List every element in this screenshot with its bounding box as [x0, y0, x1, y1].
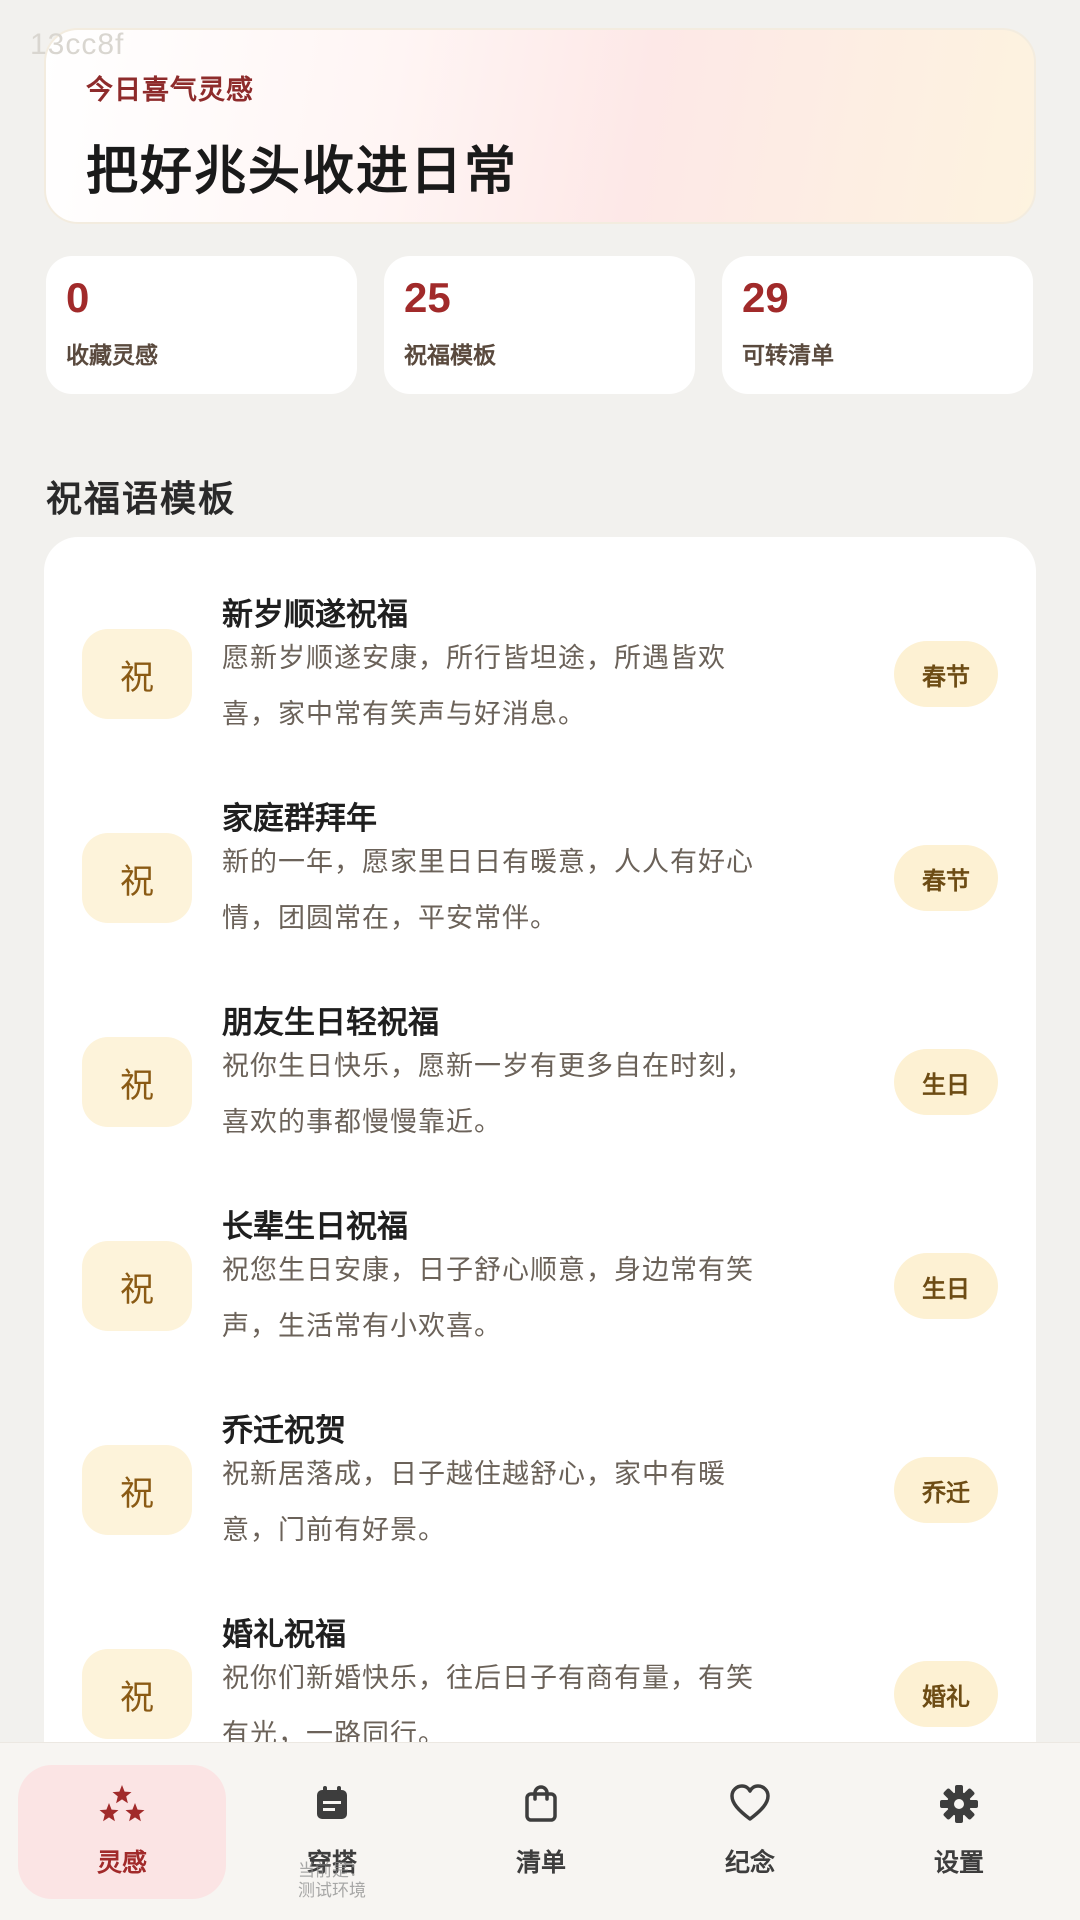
template-tag[interactable]: 乔迁 [894, 1457, 998, 1523]
stats-row: 0 收藏灵感 25 祝福模板 29 可转清单 [46, 256, 1034, 394]
hero-kicker: 今日喜气灵感 [86, 75, 254, 106]
bless-icon: 祝 [82, 1241, 192, 1331]
template-title: 乔迁祝贺 [222, 1413, 346, 1449]
template-title: 朋友生日轻祝福 [222, 1005, 439, 1041]
tab-outfit[interactable]: 穿搭 当前是： 测试环境 [228, 1765, 436, 1901]
template-title: 家庭群拜年 [222, 801, 377, 837]
stat-value: 29 [742, 274, 789, 321]
environment-overlay: 当前是： 测试环境 [228, 1861, 436, 1901]
gear-icon [855, 1783, 1063, 1827]
template-tag[interactable]: 春节 [894, 845, 998, 911]
template-item[interactable]: 祝 新岁顺遂祝福 愿新岁顺遂安康，所行皆坦途，所遇皆欢 喜，家中常有笑声与好消息… [44, 581, 1036, 785]
tab-label: 设置 [933, 1848, 984, 1877]
stat-label: 祝福模板 [404, 343, 496, 369]
bless-icon: 祝 [82, 1037, 192, 1127]
stat-label: 收藏灵感 [66, 343, 158, 369]
tab-checklist[interactable]: 清单 [437, 1765, 645, 1899]
template-desc-line: 喜，家中常有笑声与好消息。 [222, 699, 586, 730]
heart-icon [646, 1783, 854, 1827]
stat-label: 可转清单 [742, 343, 834, 369]
template-desc-line: 喜欢的事都慢慢靠近。 [222, 1107, 502, 1138]
template-tag[interactable]: 生日 [894, 1049, 998, 1115]
template-title: 新岁顺遂祝福 [222, 597, 408, 633]
stars-icon [18, 1783, 226, 1827]
template-list: 祝 新岁顺遂祝福 愿新岁顺遂安康，所行皆坦途，所遇皆欢 喜，家中常有笑声与好消息… [44, 537, 1036, 1920]
bag-icon [437, 1783, 645, 1827]
stat-card-templates[interactable]: 25 祝福模板 [384, 256, 695, 394]
watermark: 13cc8f [30, 28, 125, 61]
stat-card-checklist[interactable]: 29 可转清单 [722, 256, 1033, 394]
tab-inspiration[interactable]: 灵感 [18, 1765, 226, 1899]
hero-banner: 今日喜气灵感 把好兆头收进日常 [44, 28, 1036, 224]
template-desc: 祝新居落成，日子越住越舒心，家中有暖 意，门前有好景。 [222, 1447, 862, 1559]
stat-value: 25 [404, 274, 451, 321]
template-desc: 新的一年，愿家里日日有暖意，人人有好心 情，团圆常在，平安常伴。 [222, 835, 862, 947]
template-desc-line: 祝你生日快乐，愿新一岁有更多自在时刻， [222, 1051, 754, 1082]
tab-anniversary[interactable]: 纪念 [646, 1765, 854, 1899]
template-title: 长辈生日祝福 [222, 1209, 408, 1245]
hero-title: 把好兆头收进日常 [86, 142, 519, 202]
bless-icon: 祝 [82, 833, 192, 923]
template-desc-line: 祝新居落成，日子越住越舒心，家中有暖 [222, 1459, 726, 1490]
tab-label: 灵感 [96, 1848, 147, 1877]
bless-icon: 祝 [82, 1649, 192, 1739]
template-item[interactable]: 祝 家庭群拜年 新的一年，愿家里日日有暖意，人人有好心 情，团圆常在，平安常伴。… [44, 785, 1036, 989]
app-screen: 今日喜气灵感 把好兆头收进日常 13cc8f 0 收藏灵感 25 祝福模板 29… [0, 0, 1080, 1920]
template-desc: 愿新岁顺遂安康，所行皆坦途，所遇皆欢 喜，家中常有笑声与好消息。 [222, 631, 862, 743]
template-tag[interactable]: 婚礼 [894, 1661, 998, 1727]
bless-icon: 祝 [82, 1445, 192, 1535]
tab-label: 清单 [515, 1848, 566, 1877]
bottom-tab-bar: 灵感 穿搭 当前是： 测试环境 清单 纪念 设置 [0, 1742, 1080, 1920]
section-title: 祝福语模板 [46, 479, 237, 520]
tab-settings[interactable]: 设置 [855, 1765, 1063, 1899]
template-item[interactable]: 祝 乔迁祝贺 祝新居落成，日子越住越舒心，家中有暖 意，门前有好景。 乔迁 [44, 1397, 1036, 1601]
template-title: 婚礼祝福 [222, 1617, 346, 1653]
template-desc: 祝你生日快乐，愿新一岁有更多自在时刻， 喜欢的事都慢慢靠近。 [222, 1039, 862, 1151]
template-desc: 祝您生日安康，日子舒心顺意，身边常有笑 声，生活常有小欢喜。 [222, 1243, 862, 1355]
template-desc-line: 新的一年，愿家里日日有暖意，人人有好心 [222, 847, 754, 878]
calendar-icon [228, 1783, 436, 1827]
tab-label: 纪念 [724, 1848, 775, 1877]
stat-value: 0 [66, 274, 90, 321]
bless-icon: 祝 [82, 629, 192, 719]
template-desc-line: 祝你们新婚快乐，往后日子有商有量，有笑 [222, 1663, 754, 1694]
stat-card-favorites[interactable]: 0 收藏灵感 [46, 256, 357, 394]
template-item[interactable]: 祝 长辈生日祝福 祝您生日安康，日子舒心顺意，身边常有笑 声，生活常有小欢喜。 … [44, 1193, 1036, 1397]
template-tag[interactable]: 生日 [894, 1253, 998, 1319]
template-tag[interactable]: 春节 [894, 641, 998, 707]
template-desc-line: 情，团圆常在，平安常伴。 [222, 903, 558, 934]
overlay-line: 当前是： [298, 1861, 366, 1881]
template-desc-line: 声，生活常有小欢喜。 [222, 1311, 502, 1342]
template-desc-line: 愿新岁顺遂安康，所行皆坦途，所遇皆欢 [222, 643, 726, 674]
template-desc-line: 意，门前有好景。 [222, 1515, 446, 1546]
template-item[interactable]: 祝 朋友生日轻祝福 祝你生日快乐，愿新一岁有更多自在时刻， 喜欢的事都慢慢靠近。… [44, 989, 1036, 1193]
overlay-line: 测试环境 [298, 1881, 366, 1901]
template-desc-line: 祝您生日安康，日子舒心顺意，身边常有笑 [222, 1255, 754, 1286]
